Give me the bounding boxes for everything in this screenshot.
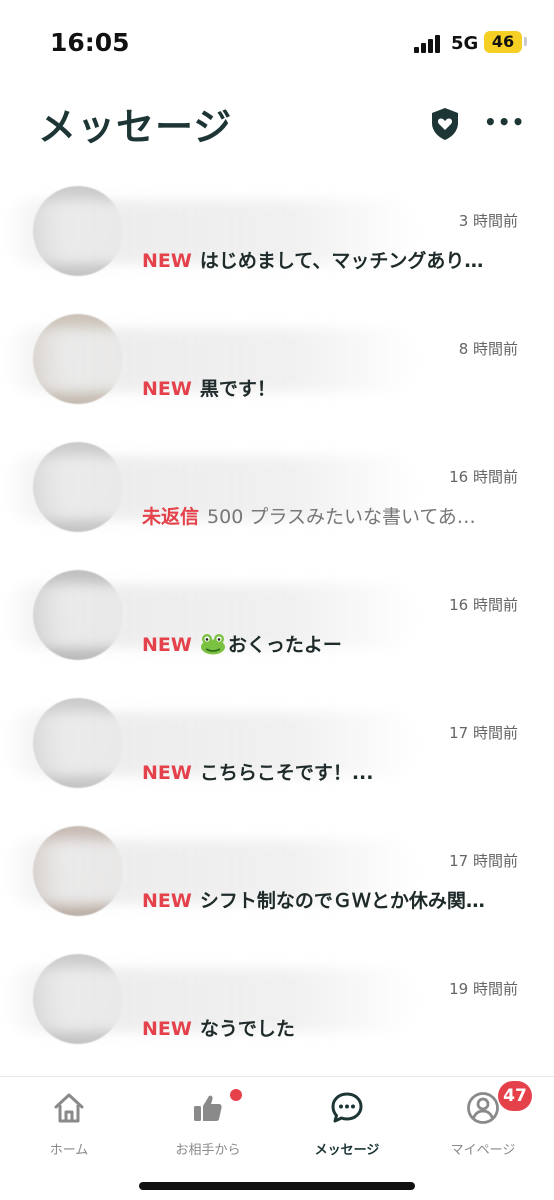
user-circle-icon	[467, 1092, 499, 1124]
tab-messages-label: メッセージ	[314, 1143, 380, 1158]
page-title: メッセージ	[38, 105, 233, 149]
status-bar: 16:05 5G 46	[0, 0, 554, 80]
message-preview: シフト制なのでＧＷとか休み関…	[199, 890, 485, 912]
network-type: 5G	[451, 33, 479, 54]
message-row[interactable]: 3 時間前 NEW はじめまして、マッチングあり…	[0, 180, 554, 308]
message-time: 17 時間前	[449, 852, 518, 870]
message-row[interactable]: 17 時間前 NEW シフト制なのでＧＷとか休み関…	[0, 820, 554, 948]
tab-my-page-label: マイページ	[450, 1143, 516, 1158]
new-tag: NEW	[142, 762, 192, 784]
status-time: 16:05	[50, 28, 130, 57]
new-tag: NEW	[142, 378, 192, 400]
message-preview: こちらこそです！...	[199, 762, 374, 784]
notification-count-badge: 47	[498, 1081, 532, 1111]
new-tag: NEW	[142, 250, 192, 272]
message-preview-line: NEW おくったよー	[142, 630, 522, 657]
message-row[interactable]: 8 時間前 NEW 黒です！	[0, 308, 554, 436]
message-preview: はじめまして、マッチングあり…	[199, 250, 484, 272]
chat-bubble-icon	[331, 1092, 363, 1123]
screen: 16:05 5G 46 メッセージ ••• 3 時間前 NEW はじめまして、マッ…	[0, 0, 554, 1200]
more-options-button[interactable]: •••	[484, 110, 524, 134]
message-preview-line: NEW シフト制なのでＧＷとか休み関…	[142, 886, 522, 913]
message-time: 3 時間前	[458, 212, 518, 230]
tab-messages[interactable]: メッセージ	[292, 1089, 402, 1158]
home-icon	[54, 1093, 84, 1123]
signal-icon	[414, 35, 444, 53]
battery-tip-icon	[524, 37, 527, 46]
thumbs-up-icon	[194, 1095, 222, 1121]
new-tag: NEW	[142, 1018, 192, 1040]
message-row[interactable]: 17 時間前 NEW こちらこそです！...	[0, 692, 554, 820]
message-preview: なうでした	[199, 1018, 295, 1040]
message-preview: おくったよー	[227, 634, 342, 656]
message-preview-line: NEW なうでした	[142, 1014, 522, 1041]
tab-home-label: ホーム	[49, 1143, 89, 1158]
notification-dot	[230, 1089, 242, 1101]
safety-shield-button[interactable]	[430, 107, 460, 141]
new-tag: NEW	[142, 634, 192, 656]
tab-likes-received[interactable]: お相手から	[153, 1089, 263, 1158]
message-time: 17 時間前	[449, 724, 518, 742]
frog-emoji-icon	[200, 634, 225, 655]
message-preview-line: 未返信 500 プラスみたいな書いてあ…	[142, 502, 522, 529]
message-preview-line: NEW こちらこそです！...	[142, 758, 522, 785]
message-preview-line: NEW 黒です！	[142, 374, 522, 401]
battery-level: 46	[484, 31, 522, 53]
unreplied-tag: 未返信	[142, 506, 200, 528]
message-row[interactable]: 16 時間前 NEW おくったよー	[0, 564, 554, 692]
message-time: 16 時間前	[449, 596, 518, 614]
tab-home[interactable]: ホーム	[14, 1089, 124, 1158]
home-indicator[interactable]	[139, 1182, 415, 1190]
message-time: 8 時間前	[458, 340, 518, 358]
message-preview: 黒です！	[199, 378, 276, 400]
message-preview: 500 プラスみたいな書いてあ…	[207, 506, 476, 528]
message-row[interactable]: 19 時間前 NEW なうでした	[0, 948, 554, 1076]
message-time: 16 時間前	[449, 468, 518, 486]
message-list: 3 時間前 NEW はじめまして、マッチングあり… 8 時間前 NEW 黒です！ 1…	[0, 180, 554, 1076]
message-preview-line: NEW はじめまして、マッチングあり…	[142, 246, 522, 273]
new-tag: NEW	[142, 890, 192, 912]
message-row[interactable]: 16 時間前 未返信 500 プラスみたいな書いてあ…	[0, 436, 554, 564]
shield-heart-icon	[432, 108, 458, 140]
tab-my-page[interactable]: 47 マイページ	[428, 1081, 538, 1158]
tab-likes-label: お相手から	[175, 1143, 241, 1158]
message-time: 19 時間前	[449, 980, 518, 998]
